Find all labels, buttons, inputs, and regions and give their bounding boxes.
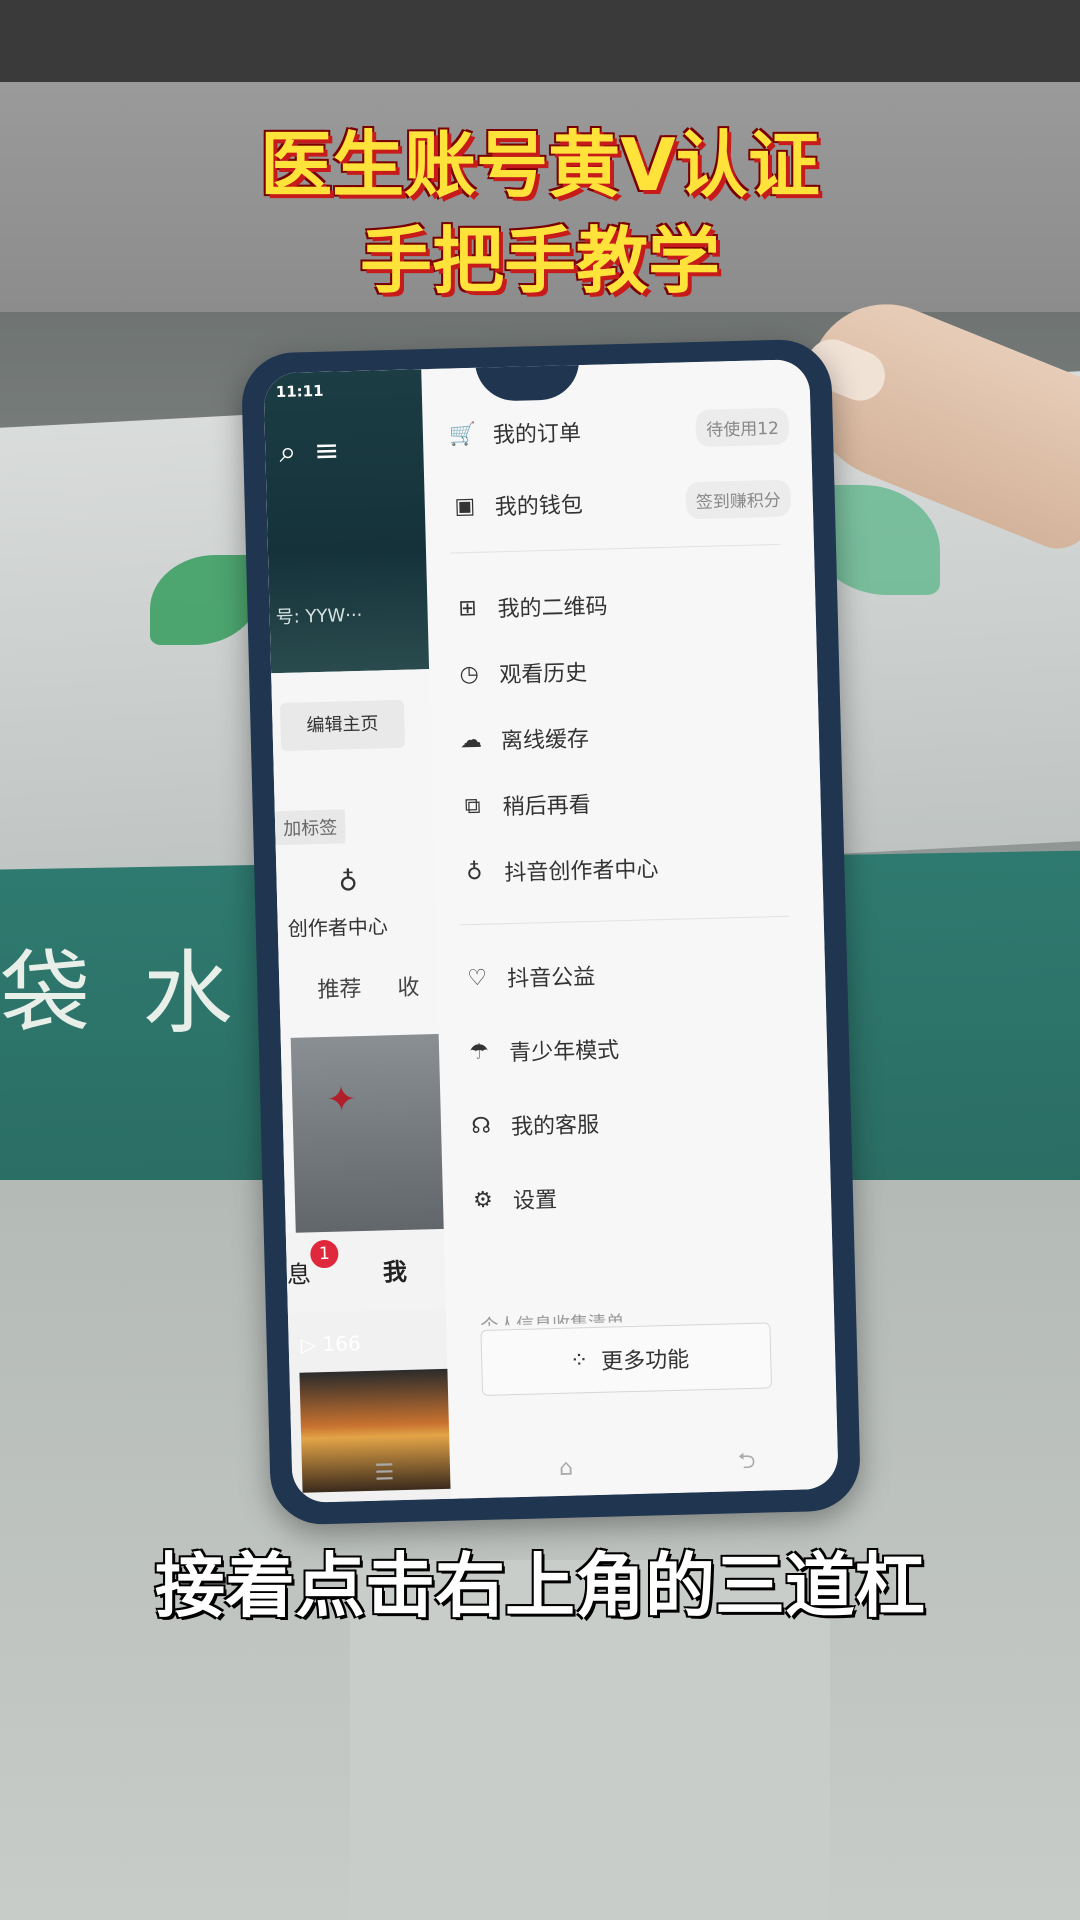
menu-item-wallet[interactable]: ▣ 我的钱包 签到赚积分 <box>448 473 799 530</box>
status-time: 11:11 <box>275 381 324 402</box>
bulb-icon: ♁ <box>338 867 359 898</box>
menu-item-label: 观看历史 <box>498 660 588 689</box>
menu-item-privacy-list[interactable]: 个人信息收集清单 <box>480 1308 624 1326</box>
cloud-download-icon: ☁ <box>459 727 483 753</box>
menu-item-label: 抖音公益 <box>506 964 596 993</box>
user-id: 号: YYW··· <box>275 604 363 629</box>
cart-icon: 🛒 <box>448 421 477 447</box>
gear-icon: ⚙ <box>472 1187 494 1213</box>
menu-item-label: 我的钱包 <box>494 493 584 521</box>
camera-notch <box>475 359 581 402</box>
phone: 11:11 ⌕ ≡ 号: YYW··· 编辑主页 加标签 ♁ 创作者中心 推荐 收… <box>240 338 862 1526</box>
menu-item-label: 抖音创作者中心 <box>504 857 659 887</box>
menu-item-label: 青少年模式 <box>508 1038 620 1067</box>
menu-item-label: 稍后再看 <box>502 792 592 821</box>
add-tag-button[interactable]: 加标签 <box>274 809 346 846</box>
menu-item-label: 我的客服 <box>510 1112 600 1141</box>
thumbnail-logo: ✦ <box>325 1079 358 1121</box>
wallet-icon: ▣ <box>454 493 476 519</box>
top-band <box>0 0 1080 82</box>
headset-icon: ☊ <box>470 1113 492 1139</box>
bulb-icon: ♁ <box>466 859 483 885</box>
menu-item-history[interactable]: ◷ 观看历史 <box>453 641 804 698</box>
menu-item-label: 我的订单 <box>492 421 582 449</box>
profile-cover: 11:11 ⌕ ≡ 号: YYW··· <box>263 368 442 674</box>
menu-item-label: 设置 <box>512 1187 558 1215</box>
video-subtitle: 接着点击右上角的三道杠 <box>155 1545 925 1627</box>
profile-card: 编辑主页 加标签 ♁ 创作者中心 推荐 收 ✦ ▷ 166 <box>271 668 456 1493</box>
menu-item-watch-later[interactable]: ⧉ 稍后再看 <box>456 773 807 830</box>
video-view-count: ▷ 166 <box>300 1331 361 1357</box>
side-drawer: 🛒 我的订单 待使用12 ▣ 我的钱包 签到赚积分 ⊞ 我的二维码 ◷ 观看历史… <box>421 359 839 1499</box>
home-icon[interactable]: ⌂ <box>559 1455 574 1480</box>
menu-item-orders[interactable]: 🛒 我的订单 待使用12 <box>446 401 797 458</box>
cover-icons: ⌕ ≡ <box>279 433 358 470</box>
menu-item-charity[interactable]: ♡ 抖音公益 <box>461 945 812 1002</box>
message-badge: 1 <box>309 1239 339 1269</box>
creator-center-link[interactable]: 创作者中心 <box>287 910 389 942</box>
orders-pending-badge: 待使用12 <box>695 407 790 447</box>
menu-item-settings[interactable]: ⚙ 设置 <box>466 1167 817 1224</box>
divider <box>450 543 780 554</box>
video-title-line1: 医生账号黄V认证 <box>260 123 820 207</box>
menu-item-label: 我的二维码 <box>497 594 608 623</box>
divider <box>459 915 790 926</box>
heart-icon: ♡ <box>466 965 488 991</box>
tab-recommend[interactable]: 推荐 <box>317 971 362 1004</box>
more-features-label: 更多功能 <box>600 1347 690 1375</box>
grid-icon: ⁘ <box>569 1347 589 1374</box>
nav-messages[interactable]: 息 <box>286 1254 312 1290</box>
umbrella-icon: ☂ <box>468 1039 490 1065</box>
bottom-nav: 息 1 我 <box>285 1228 458 1314</box>
more-features-button[interactable]: ⁘ 更多功能 <box>480 1322 773 1396</box>
nav-me[interactable]: 我 <box>382 1252 407 1288</box>
edit-profile-button[interactable]: 编辑主页 <box>279 699 406 752</box>
watch-later-icon: ⧉ <box>464 793 481 819</box>
qrcode-icon: ⊞ <box>457 595 478 621</box>
video-title-line2: 手把手教学 <box>359 219 720 303</box>
menu-item-label: 离线缓存 <box>500 726 590 755</box>
menu-item-offline-cache[interactable]: ☁ 离线缓存 <box>454 707 805 764</box>
phone-screen: 11:11 ⌕ ≡ 号: YYW··· 编辑主页 加标签 ♁ 创作者中心 推荐 收… <box>263 359 839 1503</box>
back-icon[interactable]: ⮌ <box>737 1444 756 1482</box>
tab-favorites[interactable]: 收 <box>397 969 420 1002</box>
menu-icon[interactable]: ≡ <box>314 433 340 469</box>
search-icon[interactable]: ⌕ <box>279 435 297 470</box>
recent-apps-icon[interactable]: ☰ <box>374 1460 394 1486</box>
menu-item-creator-center[interactable]: ♁ 抖音创作者中心 <box>458 839 809 896</box>
menu-item-customer-service[interactable]: ☊ 我的客服 <box>464 1093 815 1150</box>
menu-item-qrcode[interactable]: ⊞ 我的二维码 <box>451 575 802 632</box>
clock-icon: ◷ <box>459 661 480 687</box>
checkin-points-badge: 签到赚积分 <box>685 479 792 519</box>
menu-item-teen-mode[interactable]: ☂ 青少年模式 <box>462 1019 813 1076</box>
view-count-value: 166 <box>322 1331 361 1357</box>
